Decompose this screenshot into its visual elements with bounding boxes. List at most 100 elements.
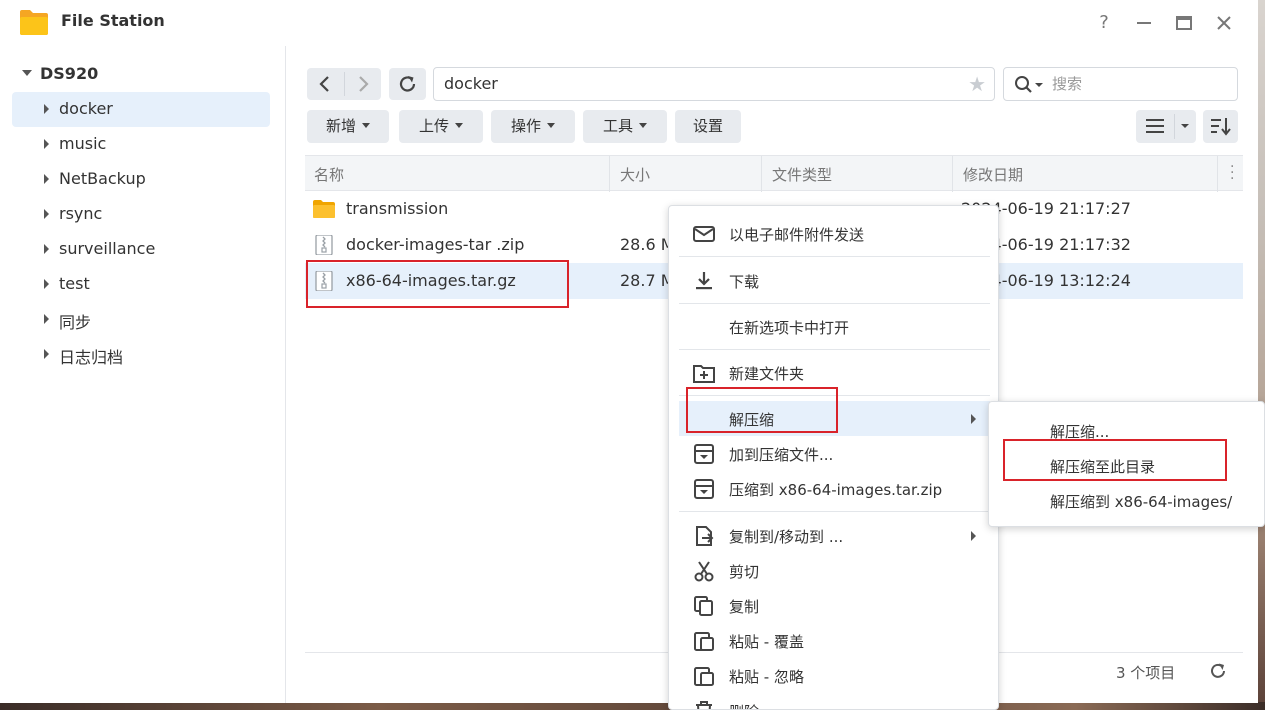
file-station-window: File Station ? DS920 docker music NetBac… (0, 0, 1258, 703)
forward-button[interactable] (344, 68, 381, 100)
search-box[interactable] (1003, 67, 1238, 101)
desktop-background-strip (1258, 0, 1265, 710)
caret-right-icon (44, 104, 49, 114)
sidebar-item-label: NetBackup (59, 169, 146, 188)
menu-item-cut[interactable]: 剪切 (679, 553, 990, 588)
maximize-button[interactable] (1171, 10, 1197, 36)
menu-item-delete[interactable]: 删除 (679, 693, 990, 709)
scissors-icon (694, 561, 714, 582)
dropdown-arrow-icon (639, 123, 647, 128)
sidebar-item-sync[interactable]: 同步 (12, 302, 270, 337)
refresh-icon[interactable] (1207, 660, 1229, 682)
column-divider[interactable] (952, 156, 953, 192)
highlight-box-extract-here (1003, 439, 1227, 481)
new-folder-icon (693, 365, 715, 383)
caret-down-icon (22, 69, 32, 76)
sidebar-item-label: 同步 (59, 313, 92, 332)
menu-item-copy[interactable]: 复制 (679, 588, 990, 623)
help-button[interactable]: ? (1091, 10, 1117, 36)
sidebar-item-docker[interactable]: docker (12, 92, 270, 127)
menu-item-label: 以电子邮件附件发送 (729, 226, 865, 244)
dropdown-arrow-icon (547, 123, 555, 128)
folder-app-icon (20, 10, 48, 35)
menu-item-copy-move-to[interactable]: 复制到/移动到 ... (679, 518, 990, 553)
list-view-icon[interactable] (1136, 110, 1174, 143)
caret-right-icon (44, 244, 49, 254)
column-header-name[interactable]: 名称 (314, 164, 344, 185)
tree-root-ds920[interactable]: DS920 (22, 64, 98, 86)
menu-item-paste-overwrite[interactable]: 粘贴 - 覆盖 (679, 623, 990, 658)
menu-item-new-folder[interactable]: 新建文件夹 (679, 355, 990, 390)
sidebar-item-label: music (59, 134, 107, 153)
menu-separator (679, 349, 990, 350)
menu-item-email-attachment[interactable]: 以电子邮件附件发送 (679, 216, 990, 251)
column-divider[interactable] (609, 156, 610, 192)
menu-item-download[interactable]: 下载 (679, 263, 990, 298)
menu-item-label: 剪切 (729, 563, 760, 581)
tree-root-label: DS920 (40, 64, 99, 83)
star-icon[interactable]: ★ (968, 72, 986, 96)
sidebar-item-netbackup[interactable]: NetBackup (12, 162, 270, 197)
sidebar-item-rsync[interactable]: rsync (12, 197, 270, 232)
action-button-label: 操作 (510, 117, 541, 135)
minimize-button[interactable] (1131, 10, 1157, 36)
path-text: docker (444, 74, 498, 93)
caret-right-icon (44, 314, 49, 324)
file-name: docker-images-tar .zip (346, 235, 525, 254)
view-dropdown-icon[interactable] (1175, 110, 1196, 143)
upload-button-label: 上传 (418, 117, 449, 135)
menu-item-compress-to-zip[interactable]: 压缩到 x86-64-images.tar.zip (679, 471, 990, 506)
menu-item-label: 删除 (729, 701, 759, 709)
menu-item-paste-skip[interactable]: 粘贴 - 忽略 (679, 658, 990, 693)
sort-button[interactable] (1203, 110, 1238, 143)
refresh-button[interactable] (389, 68, 426, 100)
close-button[interactable] (1211, 10, 1237, 36)
copy-move-icon (696, 526, 714, 546)
sidebar-item-music[interactable]: music (12, 127, 270, 162)
search-input[interactable] (1052, 73, 1222, 95)
sidebar-item-surveillance[interactable]: surveillance (12, 232, 270, 267)
menu-item-label: 复制 (729, 598, 760, 616)
file-list-header: 名称 大小 文件类型 修改日期 · · · (305, 155, 1243, 192)
create-button[interactable]: 新增 (307, 110, 389, 143)
column-menu-icon[interactable]: · · · (1230, 160, 1234, 186)
submenu-item-extract-to-folder[interactable]: 解压缩到 x86-64-images/ (989, 483, 1265, 518)
file-name: transmission (346, 199, 449, 218)
paste-icon (694, 667, 714, 686)
submenu-item-label: 解压缩到 x86-64-images/ (1050, 493, 1233, 511)
tools-button-label: 工具 (602, 117, 633, 135)
path-bar[interactable]: docker ★ (433, 67, 995, 101)
dropdown-arrow-icon (455, 123, 463, 128)
menu-item-label: 加到压缩文件... (729, 446, 834, 464)
action-button[interactable]: 操作 (491, 110, 575, 143)
app-title: File Station (61, 11, 165, 30)
desktop-background-bottom (0, 702, 1265, 710)
back-button[interactable] (307, 68, 344, 100)
upload-button[interactable]: 上传 (399, 110, 483, 143)
dropdown-arrow-icon (362, 123, 370, 128)
sidebar-item-label: surveillance (59, 239, 156, 258)
sidebar-item-log-archive[interactable]: 日志归档 (12, 337, 270, 372)
menu-item-add-to-archive[interactable]: 加到压缩文件... (679, 436, 990, 471)
sidebar-item-test[interactable]: test (12, 267, 270, 302)
menu-item-label: 粘贴 - 忽略 (729, 668, 804, 686)
tools-button[interactable]: 工具 (583, 110, 667, 143)
caret-right-icon (44, 139, 49, 149)
settings-button[interactable]: 设置 (675, 110, 741, 143)
column-header-type[interactable]: 文件类型 (772, 164, 832, 185)
menu-item-open-new-tab[interactable]: 在新选项卡中打开 (679, 309, 990, 344)
caret-right-icon (44, 174, 49, 184)
search-icon[interactable] (1014, 75, 1050, 95)
file-size: 28.6 M (620, 235, 675, 254)
trash-icon (696, 701, 712, 709)
column-divider[interactable] (761, 156, 762, 192)
column-header-modified[interactable]: 修改日期 (963, 164, 1023, 185)
column-header-size[interactable]: 大小 (620, 164, 650, 185)
caret-right-icon (44, 209, 49, 219)
menu-item-label: 新建文件夹 (729, 365, 805, 383)
item-count: 3 个项目 (1116, 664, 1176, 682)
mail-icon (693, 226, 715, 242)
menu-separator (679, 511, 990, 512)
sidebar-item-label: rsync (59, 204, 103, 223)
sidebar: DS920 docker music NetBackup rsync surve… (0, 46, 286, 703)
